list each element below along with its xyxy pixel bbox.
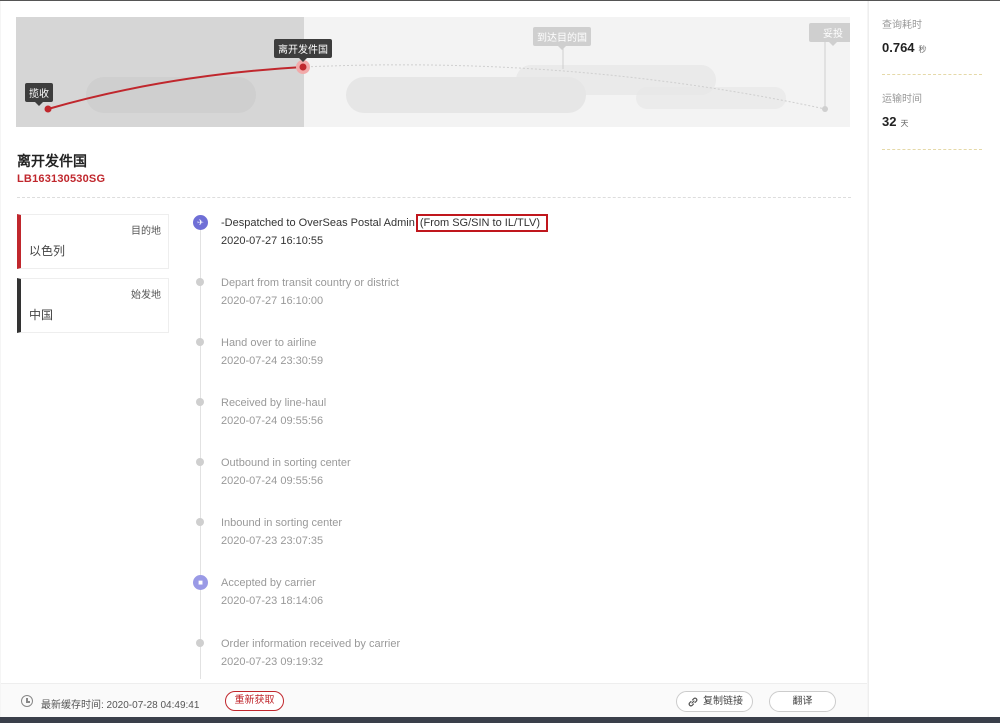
event-description-main: -Despatched to OverSeas Postal Admin [221, 217, 415, 229]
transit-time-unit: 天 [900, 119, 909, 128]
clock-icon [21, 695, 33, 707]
timeline-event: Received by line-haul 2020-07-24 09:55:5… [221, 397, 841, 428]
stage-tag-pickup: 揽收 [25, 83, 53, 106]
destination-role-label: 目的地 [131, 226, 161, 237]
bottom-edge [0, 717, 1000, 723]
timeline-event: Accepted by carrier 2020-07-23 18:14:06 [221, 577, 841, 608]
event-time: 2020-07-23 09:19:32 [221, 656, 324, 668]
timeline-dot [196, 278, 204, 286]
event-time: 2020-07-23 23:07:35 [221, 535, 324, 547]
truck-icon: ■ [193, 575, 208, 590]
timeline-dot [196, 639, 204, 647]
event-time: 2020-07-24 23:30:59 [221, 355, 324, 367]
stage-tag-delivered: 妥投 [809, 23, 850, 46]
query-time-label: 查询耗时 [882, 20, 922, 31]
origin-role-label: 始发地 [131, 290, 161, 301]
status-title: 离开发件国 [17, 153, 87, 169]
timeline-dot [196, 338, 204, 346]
transit-time-label: 运输时间 [882, 94, 922, 105]
stage-dot-current [299, 63, 307, 71]
event-time: 2020-07-27 16:10:00 [221, 295, 324, 307]
event-description: Outbound in sorting center [221, 457, 351, 469]
timeline-line [200, 229, 201, 679]
timeline-dot [196, 398, 204, 406]
window-frame: 揽收 离开发件国 到达目的国 妥投 离开发件国 LB163130530SG 目的… [0, 0, 1000, 723]
event-description: -Despatched to OverSeas Postal Admin (Fro… [221, 214, 841, 232]
event-description: Received by line-haul [221, 397, 327, 409]
copy-link-button[interactable]: 复制链接 [676, 691, 753, 712]
origin-card: 始发地 中国 [17, 278, 169, 333]
timeline-event: Inbound in sorting center 2020-07-23 23:… [221, 517, 841, 548]
tracking-number: LB163130530SG [17, 173, 106, 185]
event-description: Accepted by carrier [221, 577, 316, 589]
query-time-number: 0.764 [882, 40, 915, 55]
event-description: Inbound in sorting center [221, 517, 343, 529]
progress-map: 揽收 离开发件国 到达目的国 妥投 [16, 17, 850, 127]
event-time: 2020-07-24 09:55:56 [221, 475, 324, 487]
event-description: Depart from transit country or district [221, 277, 399, 289]
timeline-event: Order information received by carrier 20… [221, 638, 841, 669]
origin-country: 中国 [29, 308, 54, 322]
link-icon [688, 697, 698, 707]
section-divider [17, 197, 851, 198]
stage-dot-delivered [822, 106, 828, 112]
progress-route [44, 41, 828, 113]
plane-icon: ✈ [193, 215, 208, 230]
query-time-value: 0.764 秒 [882, 40, 927, 55]
destination-country: 以色列 [29, 244, 66, 258]
translate-button[interactable]: 翻译 [769, 691, 836, 712]
event-description: Hand over to airline [221, 337, 317, 349]
tracking-main-panel: 揽收 离开发件国 到达目的国 妥投 离开发件国 LB163130530SG 目的… [1, 1, 867, 717]
route-highlight: (From SG/SIN to IL/TLV) [415, 214, 549, 232]
stage-tag-departed: 离开发件国 [274, 39, 332, 62]
stat-separator [882, 74, 982, 75]
copy-link-label: 复制链接 [703, 696, 743, 707]
timeline-dot [196, 518, 204, 526]
timeline-event: Outbound in sorting center 2020-07-24 09… [221, 457, 841, 488]
stat-separator [882, 149, 982, 150]
timeline-dot [196, 458, 204, 466]
footer-bar: 最新缓存时间: 2020-07-28 04:49:41 重新获取 复制链接 翻译 [1, 683, 867, 717]
event-time: 2020-07-23 18:14:06 [221, 595, 324, 607]
stage-tag-arrived: 到达目的国 [533, 27, 591, 50]
refresh-button[interactable]: 重新获取 [225, 691, 284, 711]
timeline-event: -Despatched to OverSeas Postal Admin (Fro… [221, 214, 841, 248]
event-time: 2020-07-27 16:10:55 [221, 235, 324, 247]
event-description: Order information received by carrier [221, 638, 401, 650]
stats-sidebar: 查询耗时 0.764 秒 运输时间 32 天 [868, 1, 1000, 717]
stage-dot-pickup [44, 105, 52, 113]
event-time: 2020-07-24 09:55:56 [221, 415, 324, 427]
cache-time-text: 最新缓存时间: 2020-07-28 04:49:41 [41, 700, 200, 711]
world-map-texture [346, 65, 786, 113]
query-time-unit: 秒 [918, 45, 927, 54]
timeline-event: Hand over to airline 2020-07-24 23:30:59 [221, 337, 841, 368]
transit-time-number: 32 [882, 114, 897, 129]
destination-card: 目的地 以色列 [17, 214, 169, 269]
timeline-event: Depart from transit country or district … [221, 277, 841, 308]
transit-time-value: 32 天 [882, 114, 908, 129]
